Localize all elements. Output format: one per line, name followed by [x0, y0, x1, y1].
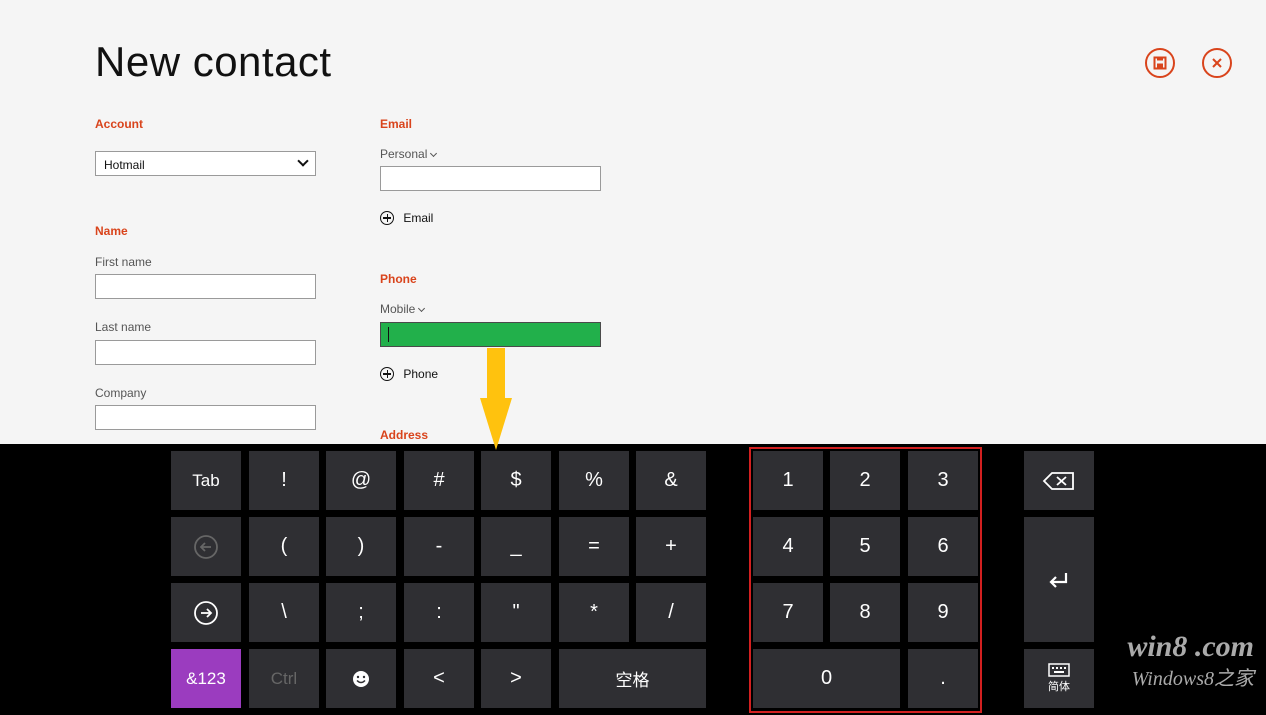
key-semicolon[interactable]: ; — [326, 583, 396, 642]
add-phone-button[interactable]: Phone — [380, 366, 438, 381]
add-email-label: Email — [403, 210, 434, 225]
phone-type-dropdown[interactable]: Mobile — [380, 302, 426, 316]
email-label: Email — [380, 117, 413, 131]
key-ampersand[interactable]: & — [636, 451, 706, 510]
key-underscore[interactable]: _ — [481, 517, 551, 576]
key-less-than[interactable]: < — [404, 649, 474, 708]
phone-field[interactable] — [380, 322, 601, 347]
phone-type-label: Mobile — [380, 302, 416, 316]
company-field[interactable] — [95, 405, 316, 430]
chevron-down-icon — [297, 155, 309, 167]
key-slash[interactable]: / — [636, 583, 706, 642]
language-label: 简体 — [1048, 681, 1070, 693]
chevron-down-icon — [430, 149, 438, 158]
arrow-left-circle-icon — [194, 534, 218, 559]
key-colon[interactable]: : — [404, 583, 474, 642]
key-plus[interactable]: + — [636, 517, 706, 576]
company-label: Company — [95, 386, 147, 400]
key-tab[interactable]: Tab — [171, 451, 241, 510]
email-field[interactable] — [380, 166, 601, 191]
key-next[interactable] — [171, 583, 241, 642]
last-name-label: Last name — [95, 320, 152, 334]
key-keyboard-language[interactable]: 简体 — [1024, 649, 1094, 708]
key-open-paren[interactable]: ( — [249, 517, 319, 576]
add-circle-icon — [380, 366, 394, 381]
key-previous[interactable] — [171, 517, 241, 576]
key-greater-than[interactable]: > — [481, 649, 551, 708]
annotation-arrow-shaft — [487, 348, 505, 400]
address-label: Address — [380, 428, 429, 442]
key-ctrl[interactable]: Ctrl — [249, 649, 319, 708]
page-title: New contact — [95, 38, 332, 85]
save-icon — [1153, 56, 1167, 70]
phone-label: Phone — [380, 272, 417, 286]
first-name-label: First name — [95, 255, 152, 269]
key-close-paren[interactable]: ) — [326, 517, 396, 576]
key-backspace[interactable] — [1024, 451, 1094, 510]
enter-icon — [1049, 572, 1068, 588]
email-type-label: Personal — [380, 147, 428, 161]
watermark-text: Windows8之家 — [1131, 668, 1254, 690]
watermark-logo: win8 .com — [1127, 630, 1254, 663]
account-select[interactable]: Hotmail — [95, 151, 316, 176]
numpad-highlight — [749, 447, 982, 713]
email-type-dropdown[interactable]: Personal — [380, 147, 438, 161]
key-backslash[interactable]: \ — [249, 583, 319, 642]
key-hyphen[interactable]: - — [404, 517, 474, 576]
key-asterisk[interactable]: * — [559, 583, 629, 642]
name-label: Name — [95, 224, 128, 238]
last-name-field[interactable] — [95, 340, 316, 365]
key-enter[interactable] — [1024, 517, 1094, 642]
annotation-arrow-head — [480, 398, 512, 450]
key-emoji[interactable] — [326, 649, 396, 708]
key-hash[interactable]: # — [404, 451, 474, 510]
smiley-icon — [353, 670, 369, 687]
key-exclamation[interactable]: ! — [249, 451, 319, 510]
account-label: Account — [95, 117, 143, 131]
add-phone-label: Phone — [403, 366, 439, 381]
key-dollar[interactable]: $ — [481, 451, 551, 510]
keyboard-icon — [1048, 663, 1070, 677]
key-equals[interactable]: = — [559, 517, 629, 576]
key-space[interactable]: 空格 — [559, 649, 706, 708]
save-button[interactable] — [1145, 48, 1175, 78]
add-email-button[interactable]: Email — [380, 210, 433, 225]
chevron-down-icon — [418, 304, 426, 313]
text-cursor — [388, 327, 389, 342]
key-at[interactable]: @ — [326, 451, 396, 510]
key-percent[interactable]: % — [559, 451, 629, 510]
account-value: Hotmail — [104, 158, 145, 172]
cancel-button[interactable] — [1202, 48, 1232, 78]
key-quote[interactable]: " — [481, 583, 551, 642]
arrow-right-circle-icon — [194, 600, 218, 625]
backspace-icon — [1042, 471, 1074, 490]
close-icon — [1212, 58, 1222, 68]
add-circle-icon — [380, 210, 394, 225]
key-symbol-mode[interactable]: &123 — [171, 649, 241, 708]
first-name-field[interactable] — [95, 274, 316, 299]
